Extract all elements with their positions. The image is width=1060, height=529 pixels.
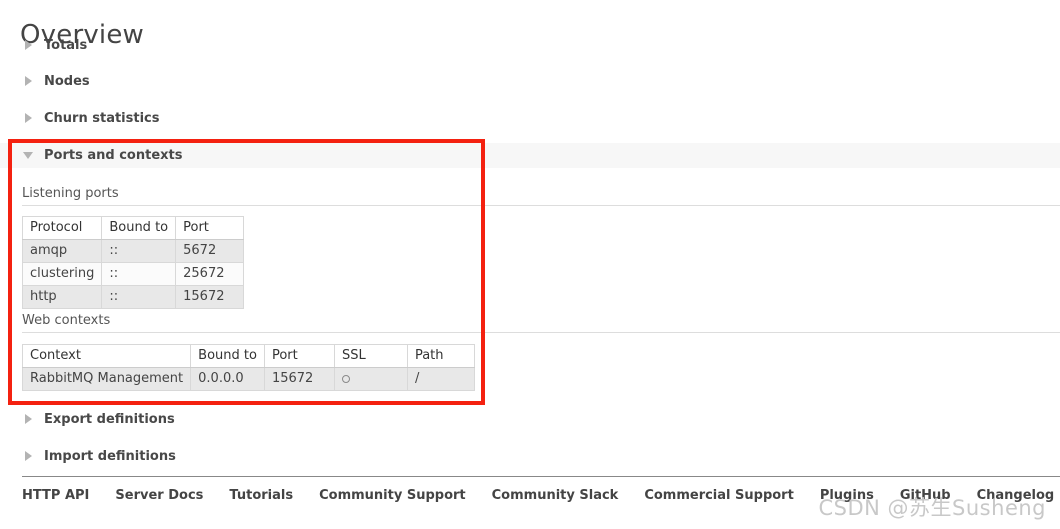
column-header-port: Port: [263, 344, 335, 368]
cell-bound-to: ::: [101, 262, 177, 286]
section-label: Churn statistics: [44, 110, 160, 126]
footer-link-community-support[interactable]: Community Support: [319, 488, 466, 503]
triangle-right-icon: [22, 449, 36, 463]
table-row: http :: 15672: [21, 285, 245, 309]
cell-path: /: [406, 367, 475, 391]
cell-context: RabbitMQ Management: [21, 367, 192, 391]
section-label: Totals: [44, 37, 88, 53]
section-header-nodes[interactable]: Nodes: [22, 71, 90, 91]
cell-port: 15672: [175, 285, 245, 309]
table-row: clustering :: 25672: [21, 262, 245, 286]
section-label: Import definitions: [44, 448, 176, 464]
table-row: RabbitMQ Management 0.0.0.0 15672 /: [21, 367, 475, 391]
section-header-ports-and-contexts[interactable]: Ports and contexts: [22, 145, 182, 165]
cell-port: 25672: [175, 262, 245, 286]
triangle-right-icon: [22, 412, 36, 426]
column-header-context: Context: [21, 344, 192, 368]
footer-link-community-slack[interactable]: Community Slack: [492, 488, 619, 503]
footer-link-server-docs[interactable]: Server Docs: [115, 488, 203, 503]
cell-ssl: [333, 367, 408, 391]
table-header-row: Context Bound to Port SSL Path: [21, 344, 475, 368]
circle-icon: [341, 374, 350, 383]
watermark: CSDN @苏生Susheng: [818, 496, 1046, 520]
web-contexts-label: Web contexts: [22, 313, 111, 328]
cell-port: 5672: [175, 239, 245, 263]
triangle-right-icon: [22, 38, 36, 52]
listening-ports-label: Listening ports: [22, 186, 119, 201]
column-header-bound-to: Bound to: [190, 344, 265, 368]
column-header-port: Port: [175, 216, 245, 240]
cell-port: 15672: [263, 367, 335, 391]
footer-link-tutorials[interactable]: Tutorials: [229, 488, 293, 503]
cell-protocol: amqp: [21, 239, 103, 263]
triangle-down-icon: [22, 148, 36, 162]
triangle-right-icon: [22, 74, 36, 88]
column-header-ssl: SSL: [333, 344, 408, 368]
table-header-row: Protocol Bound to Port: [21, 216, 245, 240]
section-header-import-definitions[interactable]: Import definitions: [22, 446, 176, 466]
cell-bound-to: ::: [101, 239, 177, 263]
column-header-protocol: Protocol: [21, 216, 103, 240]
section-label: Nodes: [44, 73, 90, 89]
section-header-export-definitions[interactable]: Export definitions: [22, 409, 175, 429]
listening-ports-table: Protocol Bound to Port amqp :: 5672 clus…: [21, 216, 245, 309]
cell-bound-to: ::: [101, 285, 177, 309]
footer-link-commercial-support[interactable]: Commercial Support: [644, 488, 794, 503]
section-header-totals[interactable]: Totals: [22, 35, 87, 55]
cell-protocol: http: [21, 285, 103, 309]
table-row: amqp :: 5672: [21, 239, 245, 263]
web-contexts-table: Context Bound to Port SSL Path RabbitMQ …: [21, 344, 475, 391]
web-contexts-divider: [22, 332, 1060, 333]
cell-protocol: clustering: [21, 262, 103, 286]
section-label: Export definitions: [44, 411, 175, 427]
column-header-bound-to: Bound to: [101, 216, 177, 240]
column-header-path: Path: [406, 344, 475, 368]
footer-link-http-api[interactable]: HTTP API: [22, 488, 89, 503]
cell-bound-to: 0.0.0.0: [190, 367, 265, 391]
section-header-churn-statistics[interactable]: Churn statistics: [22, 108, 160, 128]
listening-ports-divider: [22, 205, 1060, 206]
footer-divider: [22, 476, 1060, 477]
section-label: Ports and contexts: [44, 147, 183, 163]
triangle-right-icon: [22, 111, 36, 125]
